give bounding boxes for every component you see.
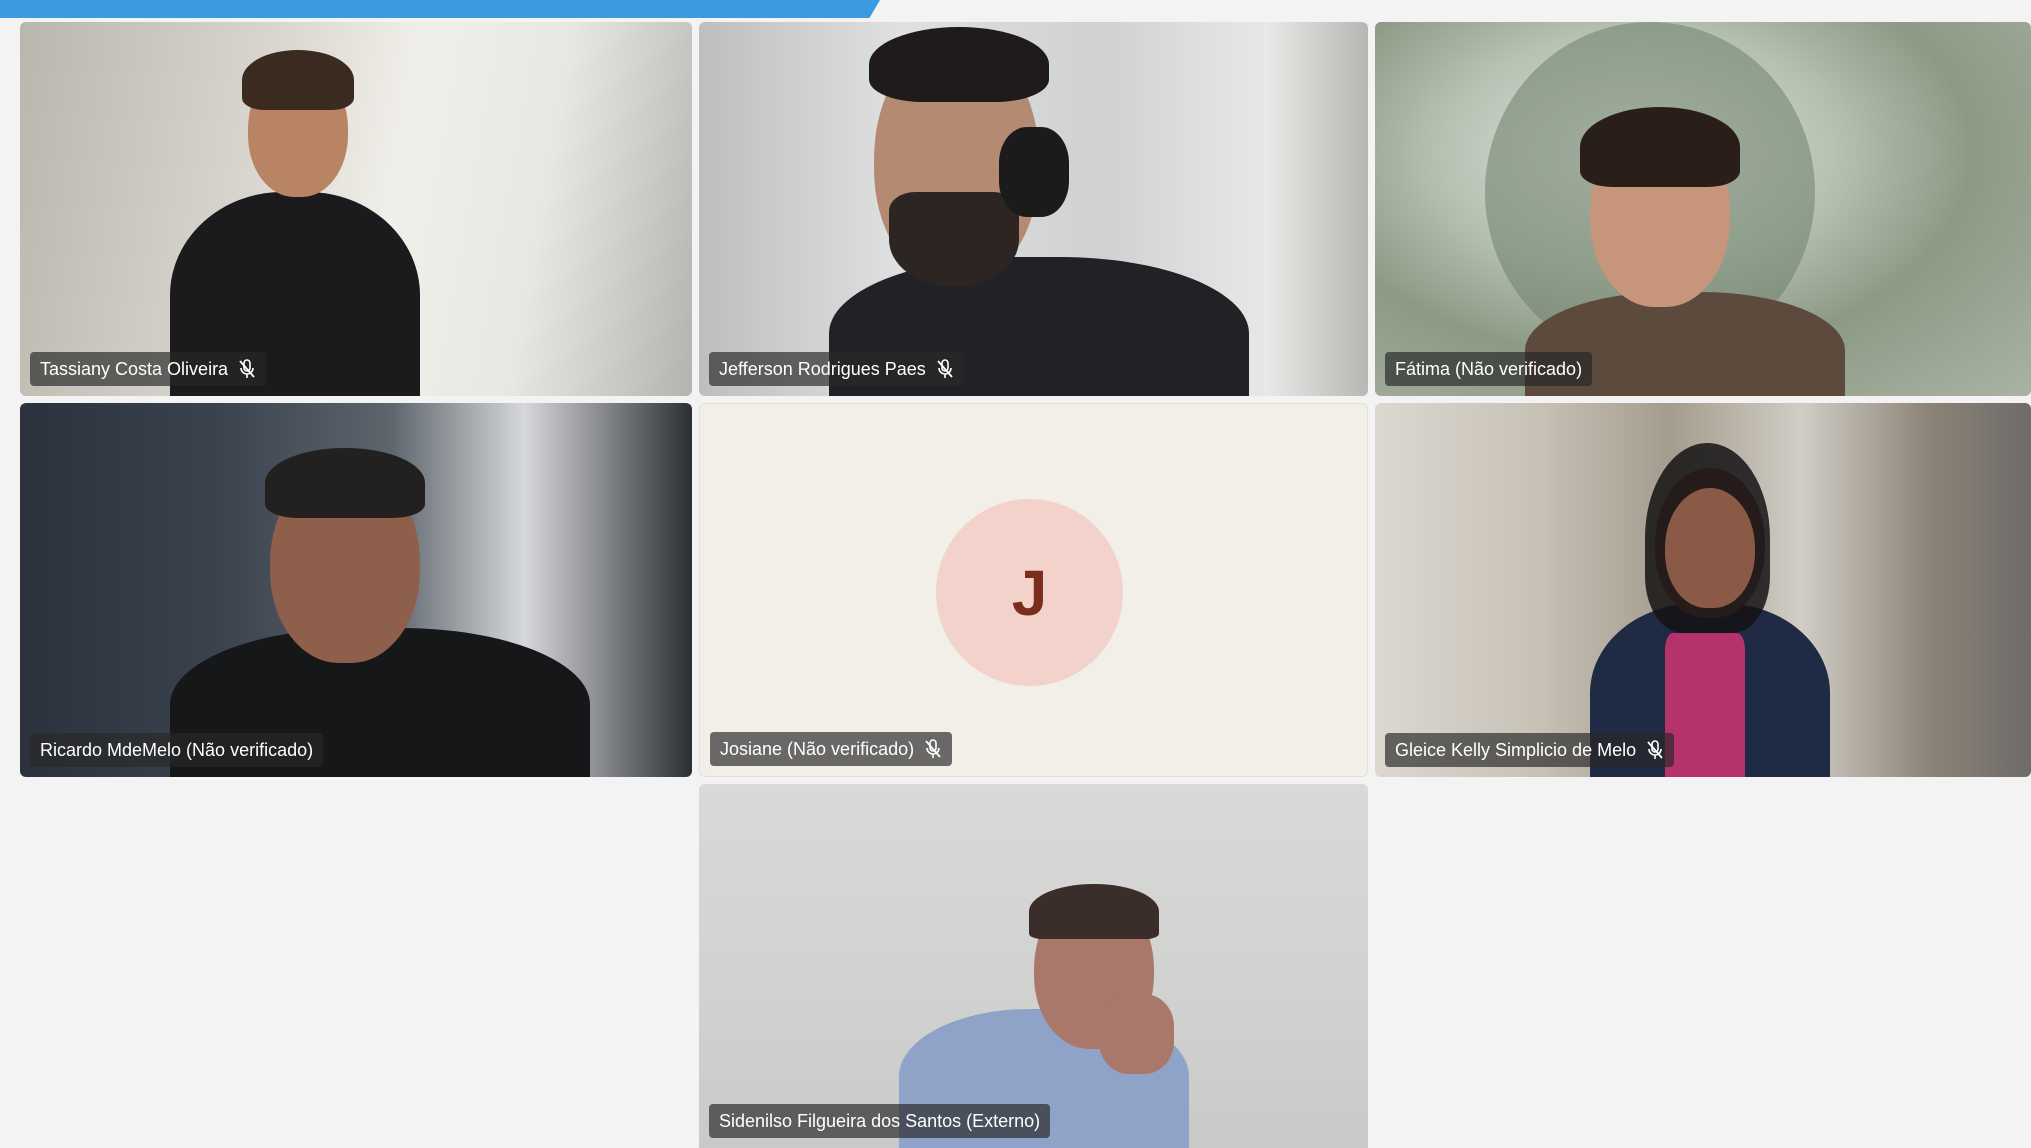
avatar-initial: J xyxy=(1011,556,1048,629)
mic-off-icon xyxy=(937,359,953,378)
participant-tile-tassiany[interactable]: Tassiany Costa Oliveira xyxy=(20,22,692,396)
participant-name: Tassiany Costa Oliveira xyxy=(40,358,229,379)
participant-name: Fátima (Não verificado) xyxy=(1395,358,1583,379)
participant-name-tag: Ricardo MdeMelo (Não verificado) xyxy=(30,733,324,767)
participant-name-tag: Jefferson Rodrigues Paes xyxy=(709,352,964,386)
participant-tile-sidenilso[interactable]: Sidenilso Filgueira dos Santos (Externo) xyxy=(699,784,1368,1148)
participant-tile-gleice[interactable]: Gleice Kelly Simplicio de Melo xyxy=(1375,403,2031,777)
participant-tile-ricardo[interactable]: Ricardo MdeMelo (Não verificado) xyxy=(20,403,692,777)
participant-name-tag: Tassiany Costa Oliveira xyxy=(30,352,267,386)
participant-name-tag: Fátima (Não verificado) xyxy=(1385,352,1593,386)
participant-name: Ricardo MdeMelo (Não verificado) xyxy=(40,739,314,760)
participant-name: Gleice Kelly Simplicio de Melo xyxy=(1395,739,1637,760)
mic-off-icon xyxy=(239,359,255,378)
mic-off-icon xyxy=(925,739,941,758)
participant-name: Sidenilso Filgueira dos Santos (Externo) xyxy=(719,1110,1041,1131)
participant-name-tag: Sidenilso Filgueira dos Santos (Externo) xyxy=(709,1104,1051,1138)
avatar: J xyxy=(936,499,1123,686)
participant-name-tag: Gleice Kelly Simplicio de Melo xyxy=(1385,733,1675,767)
participant-tile-josiane[interactable]: J Josiane (Não verificado) xyxy=(699,403,1368,777)
participant-name: Josiane (Não verificado) xyxy=(720,738,915,759)
mic-off-icon xyxy=(1647,740,1663,759)
top-accent-bar xyxy=(0,0,880,18)
participant-tile-jefferson[interactable]: Jefferson Rodrigues Paes xyxy=(699,22,1368,396)
participant-name-tag: Josiane (Não verificado) xyxy=(710,732,953,766)
participant-name: Jefferson Rodrigues Paes xyxy=(719,358,926,379)
participant-tile-fatima[interactable]: Fátima (Não verificado) xyxy=(1375,22,2031,396)
